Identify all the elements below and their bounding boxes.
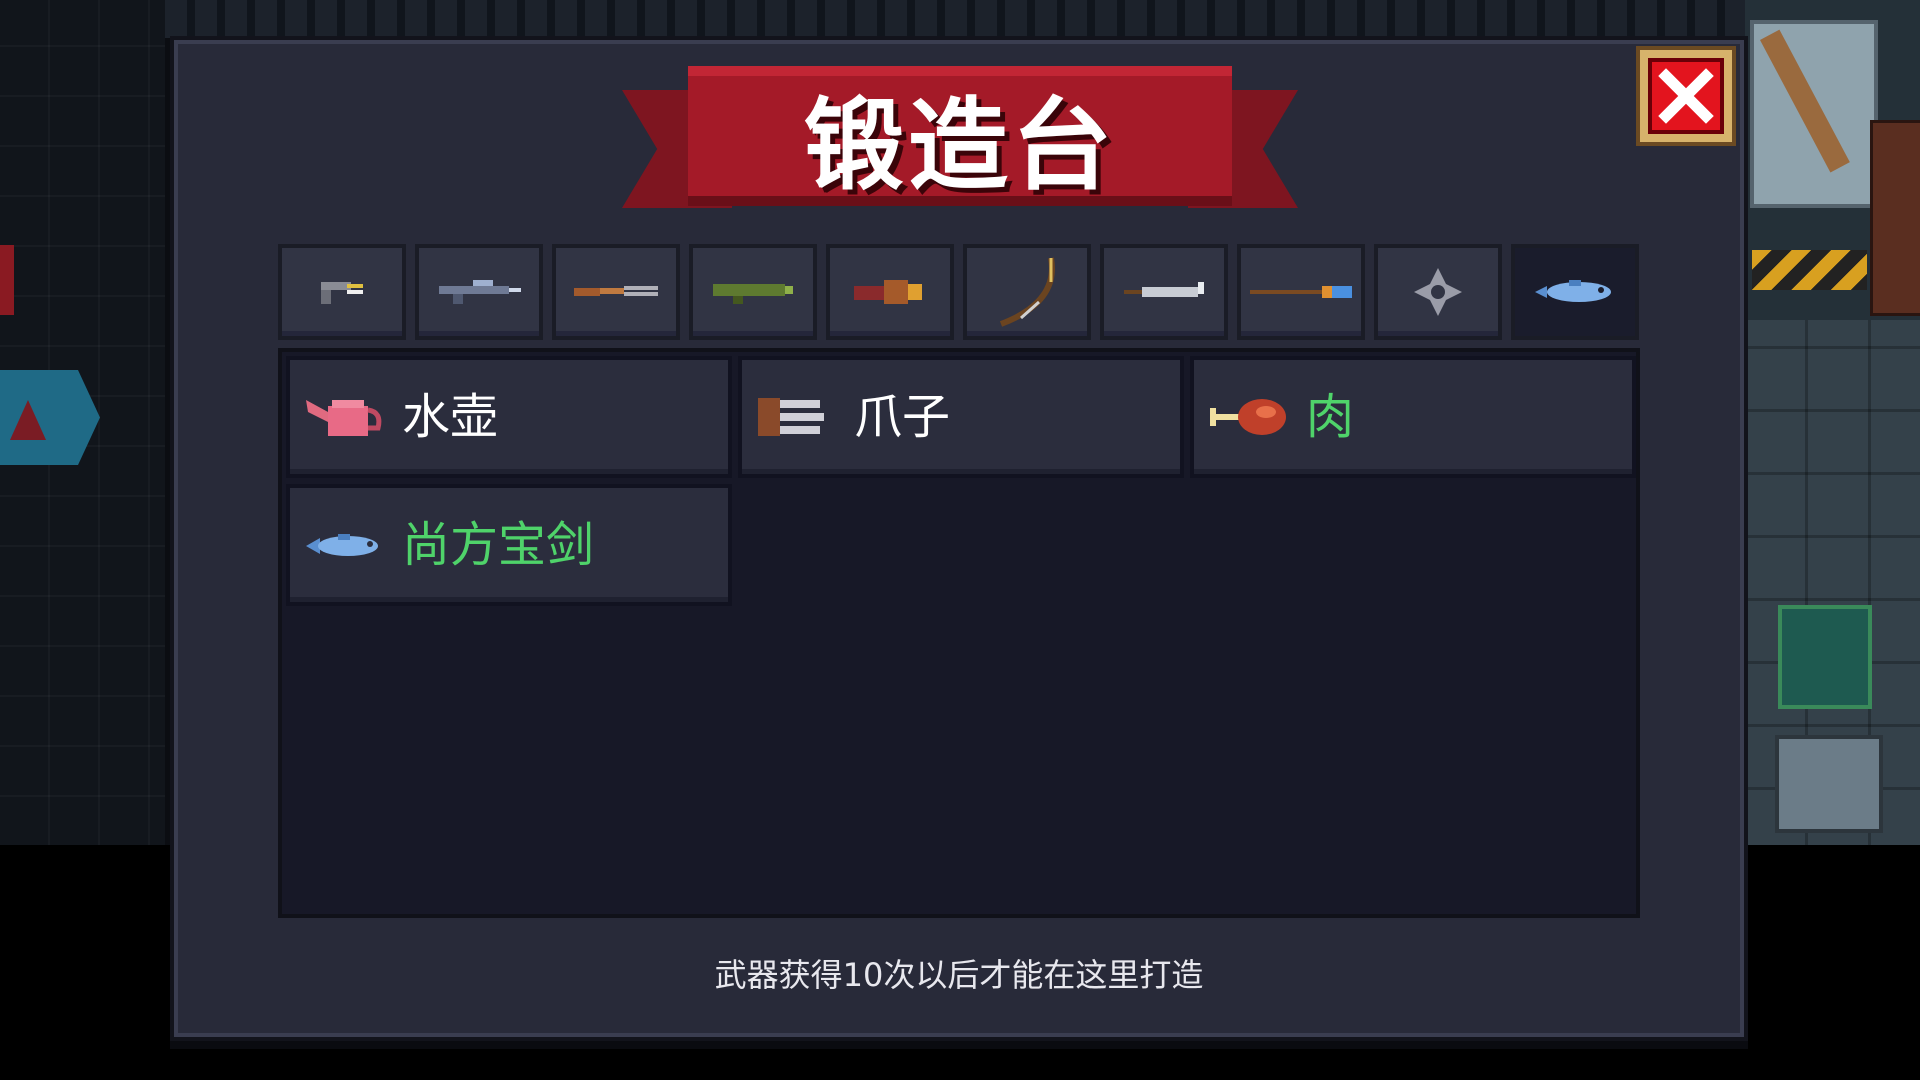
item-meat[interactable]: 肉: [1190, 356, 1636, 478]
item-label: 尚方宝剑: [402, 517, 595, 573]
tab-pistol[interactable]: [278, 244, 406, 340]
launcher-icon: [713, 284, 793, 304]
tab-launcher[interactable]: [689, 244, 817, 340]
tab-blade[interactable]: [1100, 244, 1228, 340]
close-button[interactable]: [1636, 46, 1736, 146]
blade-icon: [1124, 282, 1204, 297]
item-label: 肉: [1306, 389, 1355, 445]
close-x-icon: [1648, 58, 1724, 134]
background-machine: [1870, 120, 1920, 316]
background-top-wall: [165, 0, 1745, 38]
game-scene: 锻造台 水壶 爪子 肉 尚方宝剑 武器获得10次以后才能在这里打造: [0, 0, 1920, 1080]
tab-bow[interactable]: [963, 244, 1091, 340]
tab-shuriken[interactable]: [1374, 244, 1502, 340]
item-grid: 水壶 爪子 肉 尚方宝剑: [278, 348, 1640, 918]
dialog-title: 锻造台: [804, 86, 1116, 204]
bow-icon: [999, 257, 1055, 327]
item-fish-sword[interactable]: 尚方宝剑: [286, 484, 732, 606]
category-tabs: [278, 244, 1640, 340]
item-watering-can[interactable]: 水壶: [286, 356, 732, 478]
item-label: 爪子: [854, 389, 951, 445]
tab-fish[interactable]: [1511, 244, 1639, 340]
fish-icon: [1535, 280, 1611, 302]
rifle-icon: [439, 280, 521, 304]
item-label: 水壶: [402, 389, 499, 445]
tab-heavy-gun[interactable]: [826, 244, 954, 340]
meat-icon: [1210, 399, 1286, 435]
title-ribbon: 锻造台: [620, 62, 1300, 220]
tab-spear[interactable]: [1237, 244, 1365, 340]
tab-shotgun[interactable]: [552, 244, 680, 340]
shuriken-icon: [1414, 268, 1462, 316]
background-chest: [1778, 605, 1872, 709]
claw-icon: [758, 398, 824, 436]
background-crate: [1775, 735, 1883, 833]
watering-can-icon: [306, 400, 382, 436]
background-red-banner: [0, 245, 14, 315]
fish-sword-icon: [306, 534, 378, 556]
heavy-gun-icon: [854, 280, 922, 304]
background-hazard-stripes: [1752, 250, 1867, 290]
spear-icon: [1250, 286, 1352, 298]
pistol-icon: [321, 282, 363, 304]
tab-rifle[interactable]: [415, 244, 543, 340]
item-claw[interactable]: 爪子: [738, 356, 1184, 478]
shotgun-icon: [574, 286, 658, 296]
forge-hint: 武器获得10次以后才能在这里打造: [714, 956, 1204, 994]
